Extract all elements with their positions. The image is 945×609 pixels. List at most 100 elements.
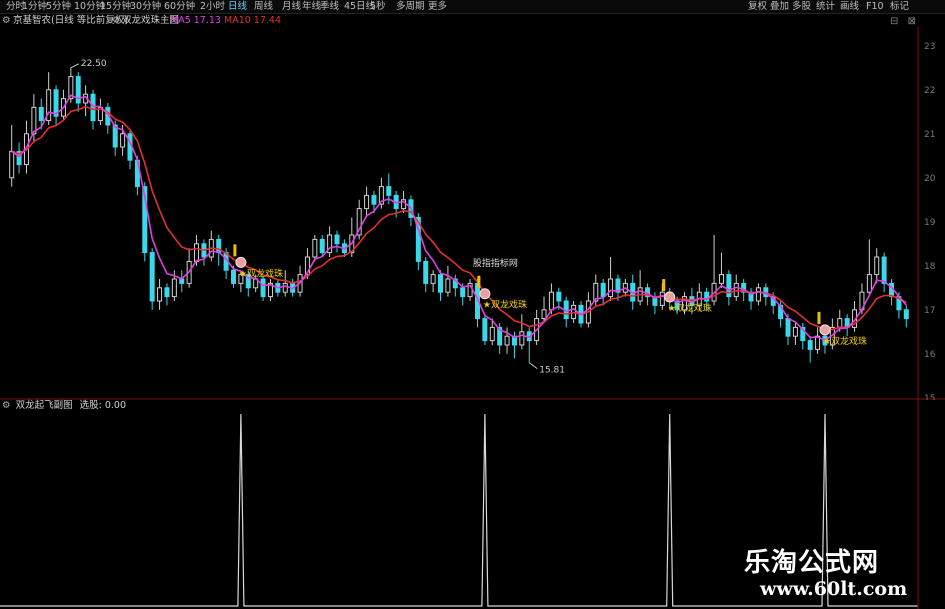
- signal-label: ★双龙戏珠: [823, 335, 867, 347]
- y-tick-label: 21: [924, 130, 935, 140]
- candle-body: [334, 234, 340, 245]
- period-button-2[interactable]: 5分钟: [46, 0, 71, 13]
- candle-body: [785, 318, 791, 337]
- candle-body: [157, 287, 163, 302]
- candle-body: [445, 278, 451, 293]
- signal-dot: [479, 288, 491, 300]
- candle-body: [608, 278, 614, 298]
- period-button-16[interactable]: 更多: [428, 0, 447, 13]
- y-tick-label: 22: [924, 86, 935, 96]
- period-button-15[interactable]: 多周期: [396, 0, 425, 13]
- sub-select-value: 选股: 0.00: [79, 400, 126, 411]
- candle-body: [371, 194, 377, 205]
- candle-body: [438, 274, 444, 293]
- period-button-10[interactable]: 月线: [282, 0, 301, 13]
- candle-body: [482, 318, 488, 342]
- period-button-6[interactable]: 60分钟: [164, 0, 195, 13]
- candle-body: [282, 282, 288, 293]
- period-button-14[interactable]: 5秒: [370, 0, 386, 13]
- candle-body: [792, 326, 798, 337]
- candle-body: [231, 269, 236, 284]
- candle-body: [489, 326, 495, 342]
- settings-gear-icon[interactable]: ⚙: [2, 14, 11, 27]
- sub-indicator-name[interactable]: 双龙起飞副图: [16, 400, 73, 411]
- y-tick-label: 20: [924, 174, 936, 184]
- signal-dot: [664, 291, 676, 303]
- period-button-1[interactable]: 1分钟: [22, 0, 47, 13]
- candle-body: [519, 331, 525, 346]
- candle-body: [9, 150, 15, 179]
- stock-title: 京基智农(日线 等比前复权): [13, 15, 128, 26]
- period-button-8[interactable]: 日线: [228, 0, 247, 13]
- watermark-url: www.60lt.com: [760, 578, 908, 600]
- candle-body: [460, 287, 466, 298]
- candle-body: [423, 260, 429, 284]
- watermark-title: 乐淘公式网: [744, 548, 880, 578]
- y-tick-label: 16: [924, 350, 936, 360]
- period-button-9[interactable]: 周线: [254, 0, 273, 13]
- candle-body: [386, 186, 392, 196]
- high-label: 22.50: [81, 59, 107, 69]
- candle-body: [38, 106, 44, 122]
- candle-body: [90, 93, 96, 122]
- period-button-11[interactable]: 年线: [302, 0, 321, 13]
- candle-body: [164, 287, 170, 298]
- signal-label: ★双龙戏珠: [483, 299, 527, 311]
- candle-body: [903, 309, 909, 320]
- tool-button-2[interactable]: 多股: [792, 0, 811, 13]
- main-price-chart: 232221201918171615★双龙戏珠★双龙戏珠 ★双龙戏珠★双龙戏珠22…: [0, 27, 945, 400]
- candle-body: [600, 282, 606, 298]
- ma10-legend: MA10 17.44: [224, 15, 281, 26]
- tool-button-3[interactable]: 统计: [816, 0, 835, 13]
- candle-body: [194, 243, 200, 262]
- signal-label: ★双龙戏珠: [668, 302, 712, 314]
- candle-body: [430, 274, 436, 284]
- window-controls: ⊟ ⊠: [890, 16, 916, 27]
- sub-gear-icon[interactable]: ⚙: [2, 400, 11, 411]
- candle-body: [364, 194, 370, 210]
- period-button-7[interactable]: 2小时: [200, 0, 225, 13]
- watermark: 乐淘公式网 www.60lt.com: [744, 542, 944, 608]
- candle-body: [312, 238, 318, 258]
- period-button-12[interactable]: 季线: [320, 0, 339, 13]
- signal-dot: [235, 256, 247, 268]
- period-toolbar: 分时 1分钟 5分钟 10分钟 15分钟 30分钟 60分钟 2小时 日线 周线 月线 年线 季线 45日…: [0, 0, 945, 14]
- candle-body: [556, 291, 562, 302]
- tool-button-1[interactable]: 叠加: [770, 0, 789, 13]
- y-tick-label: 19: [924, 218, 936, 228]
- candle-body: [807, 340, 813, 350]
- candle-body: [718, 274, 724, 284]
- tool-button-5[interactable]: F10: [866, 0, 884, 13]
- candle-body: [504, 335, 510, 346]
- minimize-icon[interactable]: ⊟: [890, 16, 898, 27]
- y-tick-label: 18: [924, 262, 936, 272]
- candle-body: [149, 252, 155, 302]
- signal-dot: [819, 324, 831, 336]
- sub-info-bar: ⚙ 双龙起飞副图 选股: 0.00: [2, 400, 126, 412]
- low-label: 15.81: [539, 366, 565, 376]
- candle-body: [755, 287, 761, 302]
- signal-label: ★双龙戏珠: [239, 267, 283, 279]
- indicator-gear-icon[interactable]: ⚙: [112, 14, 121, 27]
- candle-body: [120, 133, 126, 148]
- candle-body: [319, 238, 325, 254]
- candle-body: [866, 274, 872, 293]
- candle-body: [171, 278, 177, 298]
- tool-button-6[interactable]: 标记: [890, 0, 909, 13]
- site-tag: 股指指标网: [473, 257, 518, 269]
- candle-body: [659, 291, 665, 306]
- tool-button-4[interactable]: 画线: [840, 0, 859, 13]
- candle-body: [874, 256, 880, 276]
- period-button-5[interactable]: 30分钟: [130, 0, 161, 13]
- y-tick-label: 17: [924, 306, 935, 316]
- candle-body: [548, 291, 554, 311]
- tool-button-0[interactable]: 复权: [748, 0, 767, 13]
- period-button-4[interactable]: 15分钟: [100, 0, 131, 13]
- candle-body: [541, 309, 547, 320]
- candle-body: [260, 278, 266, 298]
- close-icon[interactable]: ⊠: [908, 16, 916, 27]
- candle-body: [881, 256, 887, 284]
- candle-body: [837, 318, 843, 328]
- ma5-legend: MA5 17.13: [170, 15, 221, 26]
- y-tick-label: 23: [924, 42, 935, 52]
